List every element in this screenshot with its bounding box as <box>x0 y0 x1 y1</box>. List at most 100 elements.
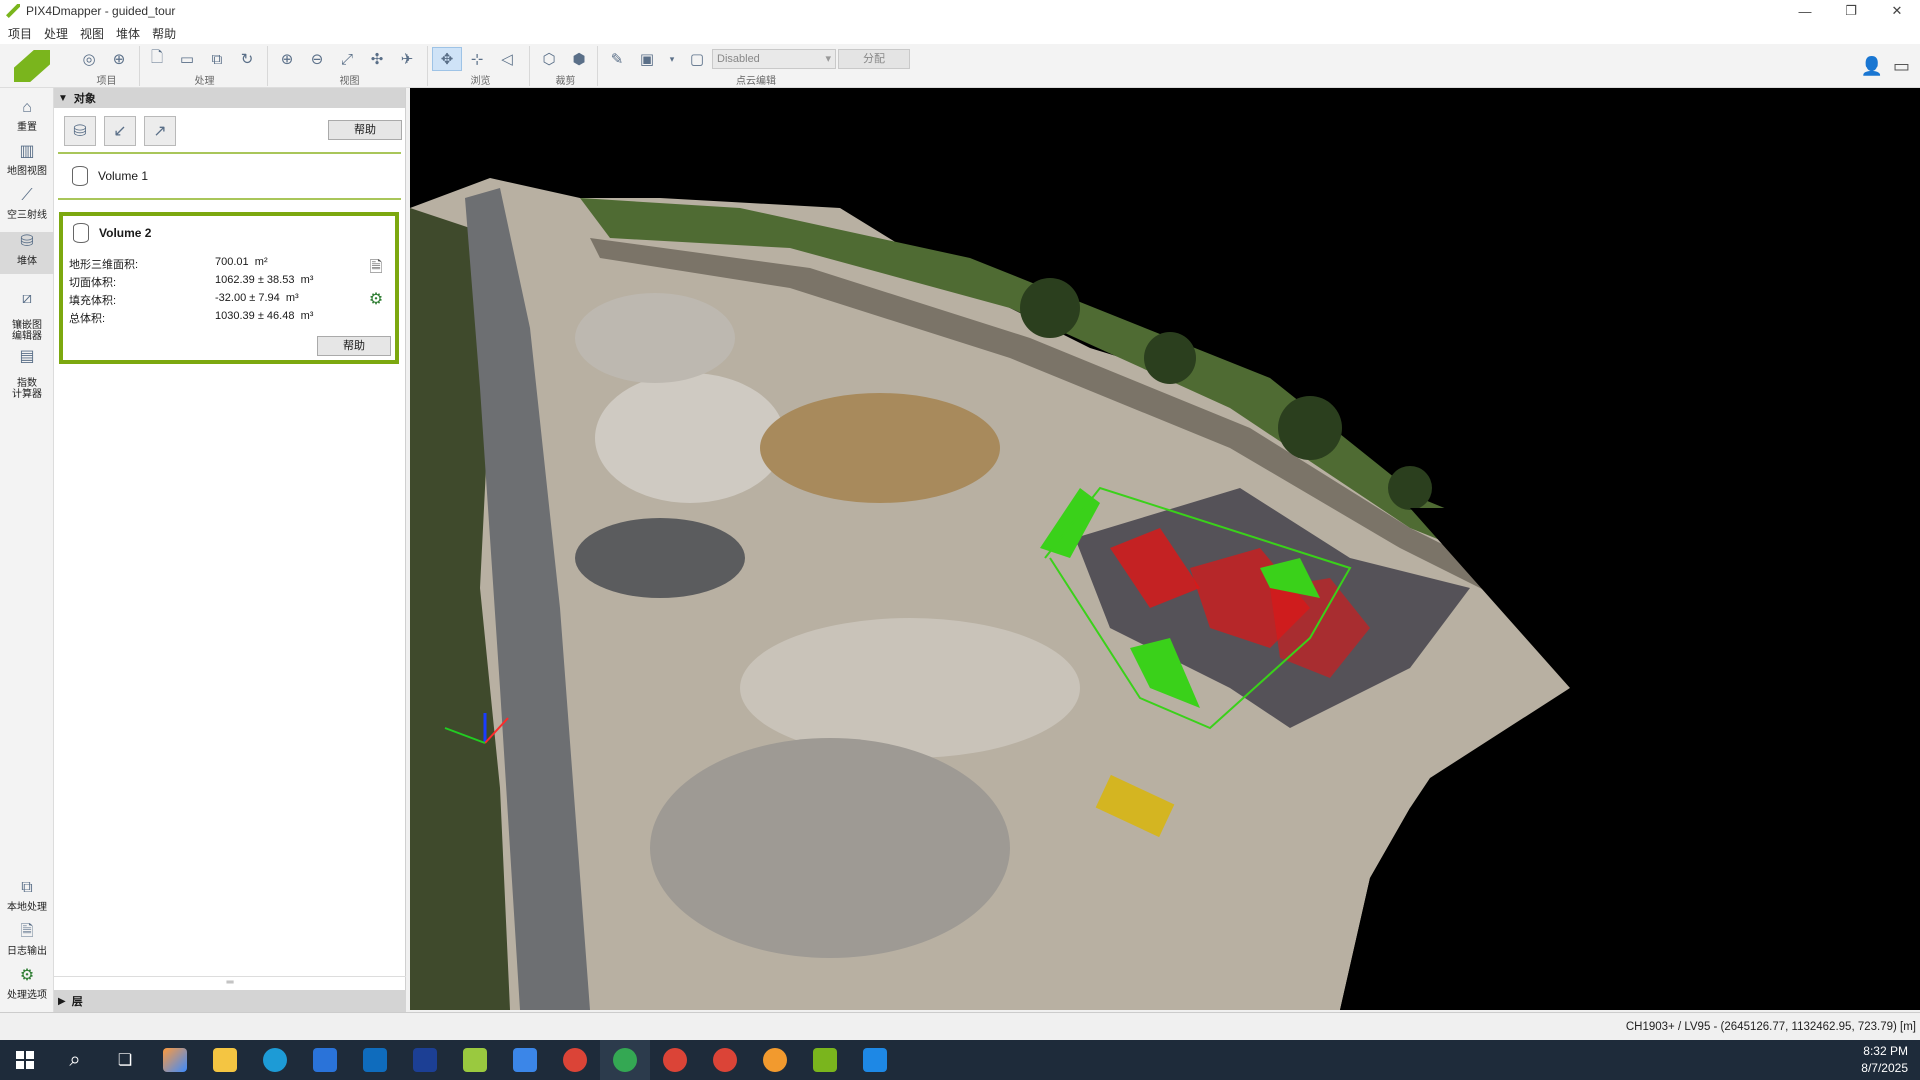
menu-view[interactable]: 视图 <box>78 25 114 42</box>
taskbar-edge[interactable] <box>250 1040 300 1080</box>
window-title: PIX4Dmapper - guided_tour <box>26 4 176 18</box>
nav-processing-options[interactable]: ⚙ 处理选项 <box>0 966 54 1006</box>
chevron-down-icon[interactable]: ▾ <box>662 47 682 71</box>
volume-item[interactable]: Volume 1 <box>58 154 401 200</box>
navigate-icon[interactable]: ✥ <box>432 47 462 71</box>
taskbar-store[interactable] <box>300 1040 350 1080</box>
nav-mosaic-editor[interactable]: ⧄ 镶嵌图 编辑器 <box>0 278 54 342</box>
nav-rays[interactable]: ⟋ 空三射线 <box>0 186 54 226</box>
new-icon[interactable]: 🗋 <box>142 47 172 71</box>
box-icon[interactable]: ⬡ <box>534 47 564 71</box>
nav-map-view[interactable]: ▥ 地图视图 <box>0 142 54 182</box>
toolbar-group-project: ◎ ⊕ 项目 <box>74 46 140 87</box>
mosaic-icon: ⧄ <box>21 290 33 307</box>
taskbar-pix4d[interactable] <box>800 1040 850 1080</box>
user-icon[interactable]: 👤 <box>1861 56 1883 77</box>
menu-process[interactable]: 处理 <box>42 25 78 42</box>
taskbar-file-explorer[interactable] <box>200 1040 250 1080</box>
task-view-button[interactable]: ❏ <box>100 1040 150 1080</box>
pencil-icon[interactable]: ✎ <box>602 47 632 71</box>
notepad-icon <box>463 1048 487 1072</box>
help-button[interactable]: 帮助 <box>328 120 402 140</box>
system-clock[interactable]: 8:32 PM 8/7/2025 <box>1861 1043 1908 1077</box>
toolbar-label: 项目 <box>96 76 117 87</box>
taskbar-app-l[interactable] <box>400 1040 450 1080</box>
nav-reset[interactable]: ⌂ 重置 <box>0 98 54 138</box>
zoom-in-icon[interactable]: ⊕ <box>272 47 302 71</box>
start-button[interactable] <box>0 1040 50 1080</box>
point-cloud-render[interactable] <box>410 88 1920 1010</box>
report-icon[interactable]: 🗎 <box>365 258 387 280</box>
restore-button[interactable]: ❐ <box>1828 0 1874 22</box>
toolbar-label: 浏览 <box>470 76 491 87</box>
nav-log-output[interactable]: 🗎 日志输出 <box>0 922 54 962</box>
objects-title: 对象 <box>73 93 96 105</box>
taskbar-photos[interactable] <box>850 1040 900 1080</box>
layers-header[interactable]: ▶ 层 <box>54 990 406 1012</box>
volume-name: Volume 1 <box>98 169 149 183</box>
menu-project[interactable]: 项目 <box>6 25 42 42</box>
close-button[interactable]: ✕ <box>1874 0 1920 22</box>
index-icon: ▤ <box>19 348 35 365</box>
taskbar-copilot[interactable] <box>150 1040 200 1080</box>
nav-index-calculator[interactable]: ▤ 指数 计算器 <box>0 336 54 400</box>
copy-icon[interactable]: ⧉ <box>202 47 232 71</box>
square-icon[interactable]: ▢ <box>682 47 712 71</box>
menu-volumes[interactable]: 堆体 <box>114 25 150 42</box>
splitter-handle[interactable]: ═ <box>54 976 406 988</box>
cube-icon[interactable]: ⬢ <box>564 47 594 71</box>
taskbar-chrome-2[interactable] <box>600 1040 650 1080</box>
nav-volumes[interactable]: ⛁ 堆体 <box>0 232 54 274</box>
task-view-icon: ❏ <box>117 1052 133 1069</box>
volume-icon <box>73 223 89 243</box>
gear-icon[interactable]: ⚙ <box>365 288 387 310</box>
taskbar-chrome-3[interactable] <box>650 1040 700 1080</box>
expand-triangle-icon[interactable]: ▶ <box>58 996 66 1007</box>
taskbar-app[interactable] <box>500 1040 550 1080</box>
menu-help[interactable]: 帮助 <box>150 25 186 42</box>
point-cloud-class-select[interactable]: Disabled <box>712 49 836 69</box>
chrome-icon <box>613 1048 637 1072</box>
taskbar-chrome-1[interactable] <box>550 1040 600 1080</box>
refresh-icon[interactable]: ↻ <box>232 47 262 71</box>
open-icon[interactable]: ▭ <box>172 47 202 71</box>
taskbar-app-orange[interactable] <box>750 1040 800 1080</box>
expand-icon[interactable]: ✣ <box>362 47 392 71</box>
stat-label: 地形三维面积: <box>69 259 139 271</box>
minimize-button[interactable]: — <box>1782 0 1828 22</box>
new-volume-button[interactable]: ⛁ <box>64 116 96 146</box>
perspective-icon[interactable]: ◁ <box>492 47 522 71</box>
export-volume-button[interactable]: ↗ <box>144 116 176 146</box>
toolbar-group-crop: ⬡ ⬢ 裁剪 <box>534 46 598 87</box>
folder-icon <box>213 1048 237 1072</box>
assign-button[interactable]: 分配 <box>838 49 910 69</box>
orbit-icon[interactable]: ⊹ <box>462 47 492 71</box>
taskbar-chrome-4[interactable] <box>700 1040 750 1080</box>
windows-icon <box>16 1051 34 1069</box>
toolbar-label: 裁剪 <box>555 76 576 87</box>
coordinates-readout: CH1903+ / LV95 - (2645126.77, 1132462.95… <box>1625 1021 1916 1033</box>
select-icon[interactable]: ▣ <box>632 47 662 71</box>
taskbar-notepad[interactable] <box>450 1040 500 1080</box>
objects-header[interactable]: ▼ 对象 <box>54 88 405 108</box>
maximize-panel-icon[interactable]: ▭ <box>1893 56 1910 77</box>
log-icon: 🗎 <box>20 923 34 940</box>
nav-label: 日志输出 <box>7 946 47 957</box>
chrome-icon <box>563 1048 587 1072</box>
target-icon[interactable]: ⊕ <box>104 47 134 71</box>
search-button[interactable]: ⌕ <box>50 1040 100 1080</box>
project-icon[interactable]: ◎ <box>74 47 104 71</box>
3d-view[interactable] <box>410 88 1920 1010</box>
zoom-out-icon[interactable]: ⊖ <box>302 47 332 71</box>
collapse-triangle-icon[interactable]: ▼ <box>58 93 68 104</box>
plane-icon[interactable]: ✈ <box>392 47 422 71</box>
import-volume-button[interactable]: ↙ <box>104 116 136 146</box>
tree <box>1144 332 1196 384</box>
selected-volume-card[interactable]: Volume 2 地形三维面积: 700.01 m² 切面体积: 1062.39… <box>59 212 399 364</box>
taskbar-outlook[interactable] <box>350 1040 400 1080</box>
nav-local-processing[interactable]: ⧉ 本地处理 <box>0 878 54 918</box>
clock-date: 8/7/2025 <box>1861 1061 1908 1075</box>
volume-help-button[interactable]: 帮助 <box>317 336 391 356</box>
fit-icon[interactable]: ⤢ <box>332 47 362 71</box>
layers-title: 层 <box>71 996 83 1008</box>
